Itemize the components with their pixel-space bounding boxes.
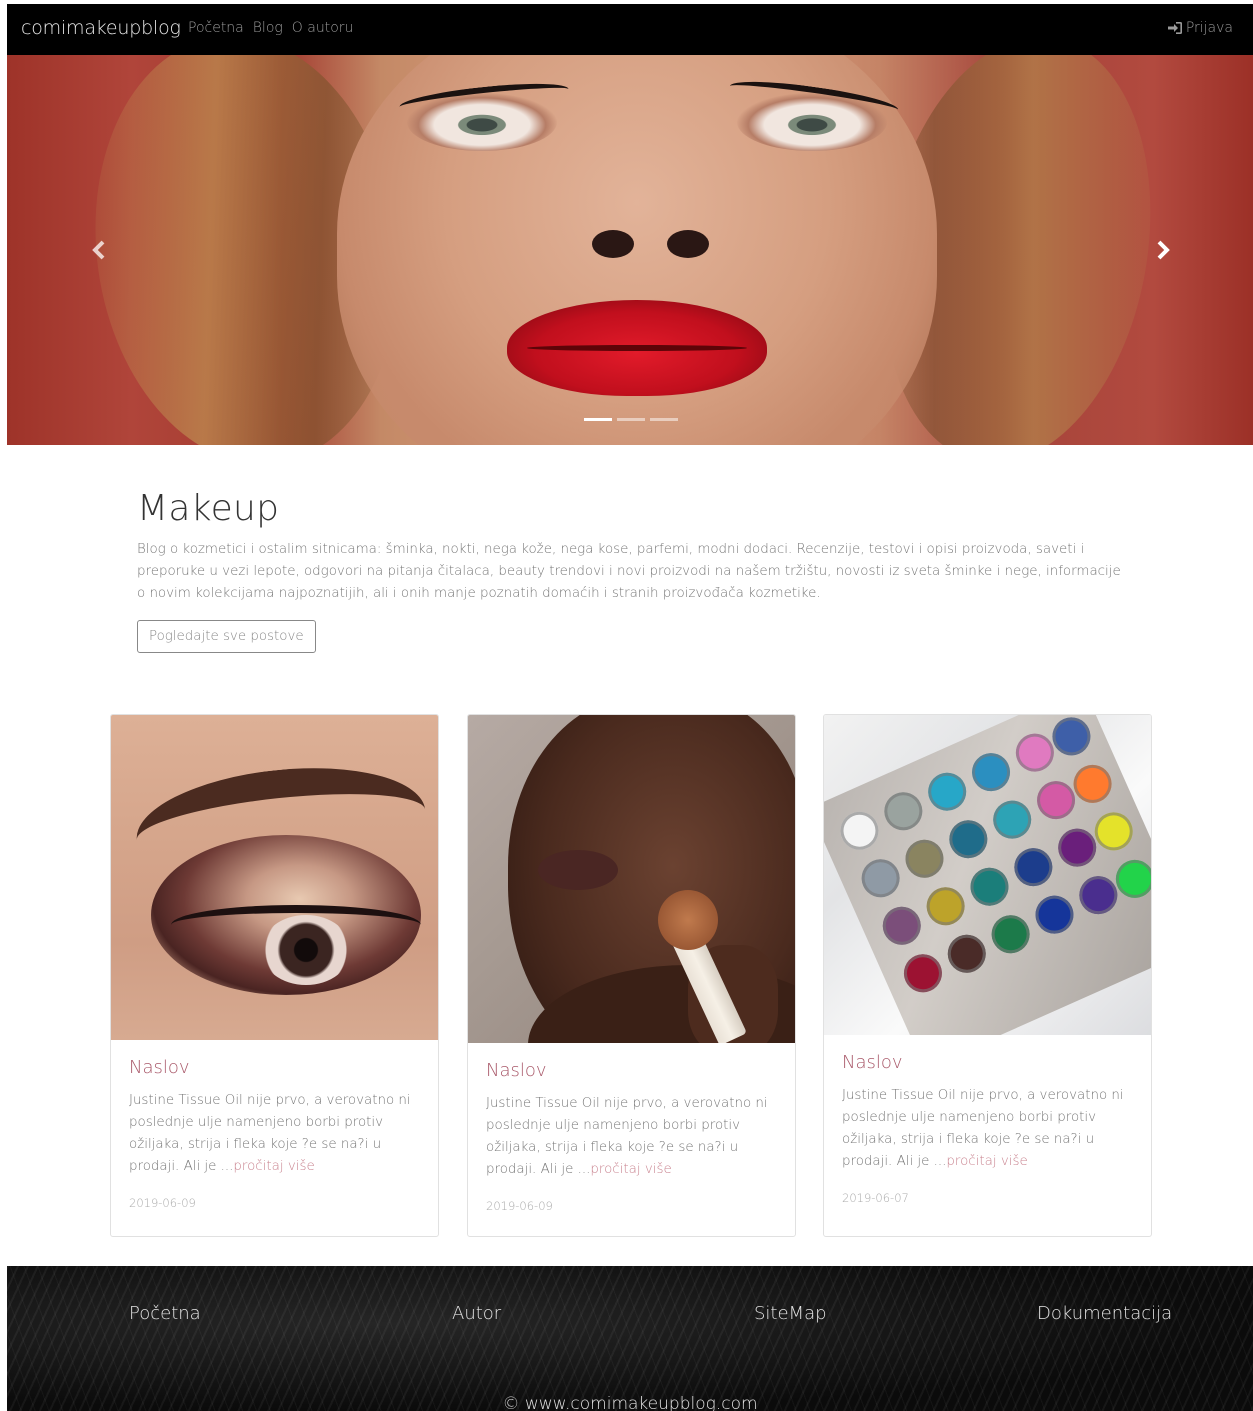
hero-image-nostril [667,230,709,258]
palette-pan [834,805,885,856]
palette-pan [897,948,949,999]
post-excerpt: Justine Tissue Oil nije prvo, a verovatn… [129,1090,420,1178]
chevron-right-icon [1157,240,1170,260]
read-more-link[interactable]: pročitaj više [946,1154,1027,1169]
read-more-link[interactable]: pročitaj više [590,1162,671,1177]
palette-pan [922,766,973,817]
post-card: Naslov Justine Tissue Oil nije prvo, a v… [467,714,796,1237]
post-image-eye-makeup[interactable] [111,715,438,1040]
hero-carousel [7,55,1253,445]
post-card: Naslov Justine Tissue Oil nije prvo, a v… [110,714,439,1237]
view-all-posts-button[interactable]: Pogledajte sve postove [137,620,316,653]
navbar: comimakeupblog Početna Blog O autoru Pri… [7,4,1253,55]
post-title[interactable]: Naslov [129,1057,420,1078]
post-excerpt: Justine Tissue Oil nije prvo, a verovatn… [486,1093,777,1181]
palette-pan [965,747,1017,798]
palette-pan [985,909,1036,960]
image-detail-iris [261,915,351,985]
post-card-body: Naslov Justine Tissue Oil nije prvo, a v… [111,1040,438,1228]
palette-pan [943,814,994,865]
palette-pan [855,853,906,904]
carousel-indicator-1[interactable] [584,418,612,421]
nav-links: Početna Blog O autoru [188,20,353,36]
palette-pan [987,794,1038,845]
palette-pan [920,881,971,932]
palette-pan [1008,842,1059,893]
post-date: 2019-06-09 [486,1199,553,1213]
image-detail-lips [538,850,618,890]
post-card-body: Naslov Justine Tissue Oil nije prvo, a v… [824,1035,1151,1223]
intro-description: Blog o kozmetici i ostalim sitnicama: šm… [137,542,1121,601]
hero-image-nostril [592,230,634,258]
palette-pan [1029,889,1080,940]
post-title[interactable]: Naslov [842,1052,1133,1073]
post-card: Naslov Justine Tissue Oil nije prvo, a v… [823,714,1152,1237]
footer-link-sitemap[interactable]: SiteMap [754,1303,827,1324]
page: comimakeupblog Početna Blog O autoru Pri… [7,4,1253,1411]
carousel-prev-button[interactable] [89,239,111,261]
post-image-makeup-brush[interactable] [468,715,795,1043]
palette-pan [941,928,992,979]
post-title[interactable]: Naslov [486,1060,777,1081]
login-label: Prijava [1185,20,1233,36]
palette-pan [878,786,929,837]
post-date: 2019-06-07 [842,1191,909,1205]
carousel-indicators [584,418,678,421]
footer: Početna Autor SiteMap Dokumentacija © ww… [7,1266,1253,1411]
nav-link-pocetna[interactable]: Početna [188,20,244,36]
carousel-indicator-2[interactable] [617,418,645,421]
post-image-glitter-palette[interactable] [824,715,1151,1035]
carousel-next-button[interactable] [1151,239,1173,261]
image-detail-palette [824,715,1151,1035]
footer-copyright: © www.comimakeupblog.com [502,1394,758,1411]
palette-pan [899,833,950,884]
palette-pan [876,900,927,951]
page-title: Makeup [137,488,280,529]
footer-link-dokumentacija[interactable]: Dokumentacija [1037,1303,1172,1324]
image-detail-brush-head [658,890,718,950]
brand-logo[interactable]: comimakeupblog [21,17,181,39]
palette-pan [964,861,1015,912]
chevron-left-icon [92,240,105,260]
footer-link-pocetna[interactable]: Početna [129,1303,201,1324]
post-card-body: Naslov Justine Tissue Oil nije prvo, a v… [468,1043,795,1231]
login-link[interactable]: Prijava [1167,20,1233,36]
footer-link-autor[interactable]: Autor [452,1303,501,1324]
read-more-link[interactable]: pročitaj više [233,1159,314,1174]
nav-link-blog[interactable]: Blog [253,20,283,36]
nav-link-o-autoru[interactable]: O autoru [292,20,354,36]
intro-section: Makeup Blog o kozmetici i ostalim sitnic… [137,488,1127,653]
sign-in-icon [1167,22,1182,34]
carousel-indicator-3[interactable] [650,418,678,421]
hero-image-lip-line [527,345,747,351]
post-date: 2019-06-09 [129,1196,196,1210]
post-excerpt: Justine Tissue Oil nije prvo, a verovatn… [842,1085,1133,1173]
